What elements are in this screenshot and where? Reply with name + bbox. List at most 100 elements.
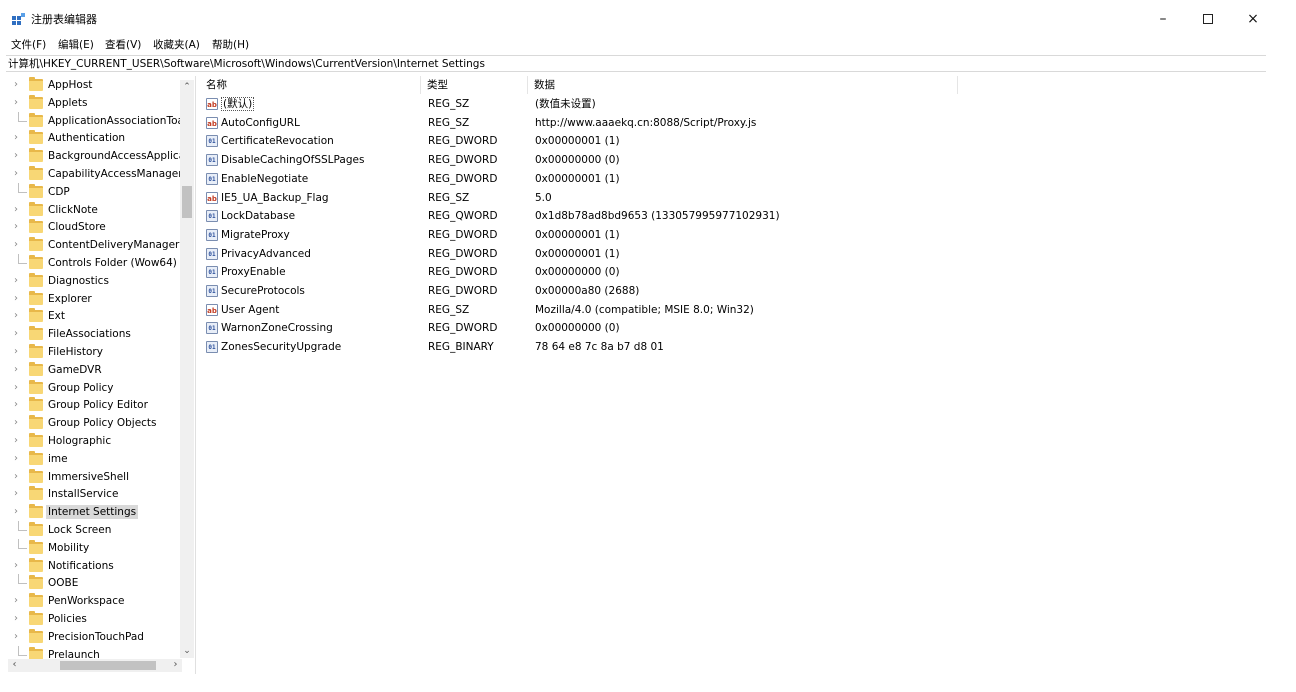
close-button[interactable]: × xyxy=(1238,10,1268,28)
menu-edit[interactable]: 编辑(E) xyxy=(57,38,95,52)
expand-chevron-icon[interactable]: › xyxy=(14,77,24,93)
value-row[interactable]: 01 PrivacyAdvanced REG_DWORD 0x00000001 (1) xyxy=(200,245,1290,263)
tree-item[interactable]: › ContentDeliveryManager xyxy=(8,236,180,254)
tree-item-label: GameDVR xyxy=(48,363,102,376)
tree-item[interactable]: › FileHistory xyxy=(8,343,180,361)
tree-item[interactable]: ApplicationAssociationToa xyxy=(8,111,184,130)
value-row[interactable]: 01 EnableNegotiate REG_DWORD 0x00000001 (1) xyxy=(200,170,1290,188)
tree-item[interactable]: › Holographic xyxy=(8,432,180,450)
menu-file[interactable]: 文件(F) xyxy=(10,38,47,52)
expand-chevron-icon[interactable]: › xyxy=(14,380,24,396)
value-row[interactable]: ab User Agent REG_SZ Mozilla/4.0 (compatibl… xyxy=(200,301,1290,319)
tree-item[interactable]: › Policies xyxy=(8,610,180,628)
tree-item[interactable]: › InstallService xyxy=(8,485,180,503)
column-type-label: 类型 xyxy=(427,79,448,91)
tree-item[interactable]: › PenWorkspace xyxy=(8,592,180,610)
scroll-down-icon[interactable]: ⌄ xyxy=(180,644,194,658)
tree-item[interactable]: › ClickNote xyxy=(8,201,180,219)
tree-item[interactable]: › ime xyxy=(8,450,180,468)
address-path[interactable]: 计算机\HKEY_CURRENT_USER\Software\Microsoft… xyxy=(8,58,485,70)
scroll-up-icon[interactable]: ⌃ xyxy=(180,80,194,94)
tree-item[interactable]: › Applets xyxy=(8,94,180,112)
key-tree[interactable]: › AppHost › Applets ApplicationAssociationTo… xyxy=(8,76,196,674)
expand-chevron-icon[interactable]: › xyxy=(14,148,24,164)
expand-chevron-icon[interactable]: › xyxy=(14,362,24,378)
expand-chevron-icon[interactable]: › xyxy=(14,130,24,146)
value-row[interactable]: ab IE5_UA_Backup_Flag REG_SZ 5.0 xyxy=(200,189,1290,207)
tree-item[interactable]: CDP xyxy=(8,182,180,201)
expand-chevron-icon[interactable]: › xyxy=(14,486,24,502)
tree-item[interactable]: › CapabilityAccessManager xyxy=(8,165,183,183)
value-row[interactable]: 01 DisableCachingOfSSLPages REG_DWORD 0x000… xyxy=(200,151,1290,169)
tree-item[interactable]: › Group Policy Objects xyxy=(8,414,180,432)
expand-chevron-icon[interactable]: › xyxy=(14,344,24,360)
expand-chevron-icon[interactable]: › xyxy=(14,593,24,609)
expand-chevron-icon[interactable]: › xyxy=(14,291,24,307)
expand-chevron-icon[interactable]: › xyxy=(14,397,24,413)
scroll-right-icon[interactable]: › xyxy=(169,659,182,672)
folder-icon xyxy=(29,361,43,376)
tree-item[interactable]: › Group Policy xyxy=(8,379,180,397)
expand-chevron-icon[interactable]: › xyxy=(14,415,24,431)
expand-chevron-icon[interactable]: › xyxy=(14,611,24,627)
scroll-thumb[interactable] xyxy=(182,186,192,218)
tree-item[interactable]: OOBE xyxy=(8,574,180,592)
expand-chevron-icon[interactable]: › xyxy=(14,504,24,520)
menu-view[interactable]: 查看(V) xyxy=(104,38,142,52)
tree-item[interactable]: › PrecisionTouchPad xyxy=(8,628,180,646)
expand-chevron-icon[interactable]: › xyxy=(14,219,24,235)
minimize-button[interactable]: – xyxy=(1148,10,1178,28)
expand-chevron-icon[interactable]: › xyxy=(14,166,24,182)
tree-item[interactable]: › Ext xyxy=(8,307,180,325)
maximize-button[interactable] xyxy=(1193,10,1223,28)
expand-chevron-icon[interactable]: › xyxy=(14,469,24,485)
tree-vertical-scrollbar[interactable]: ⌃ ⌄ xyxy=(180,80,194,658)
column-header-type[interactable]: 类型 xyxy=(421,76,528,94)
tree-item[interactable]: Controls Folder (Wow64) xyxy=(8,254,180,272)
tree-item[interactable]: › Notifications xyxy=(8,557,180,575)
expand-chevron-icon[interactable]: › xyxy=(14,433,24,449)
tree-item[interactable]: › BackgroundAccessApplica xyxy=(8,147,185,165)
tree-item[interactable]: › AppHost xyxy=(8,76,180,94)
tree-item[interactable]: › Authentication xyxy=(8,129,180,147)
value-row[interactable]: 01 SecureProtocols REG_DWORD 0x00000a80 (26… xyxy=(200,282,1290,300)
value-row[interactable]: ab (默认) REG_SZ (数值未设置) xyxy=(200,95,1290,113)
tree-item-label: Authentication xyxy=(48,132,126,145)
expand-chevron-icon[interactable]: › xyxy=(14,202,24,218)
tree-item[interactable]: › Internet Settings xyxy=(8,503,180,521)
tree-item[interactable]: › Diagnostics xyxy=(8,272,180,290)
column-header-data[interactable]: 数据 xyxy=(528,76,958,94)
expand-chevron-icon[interactable]: › xyxy=(14,273,24,289)
scroll-left-icon[interactable]: ‹ xyxy=(8,659,21,672)
value-row[interactable]: ab AutoConfigURL REG_SZ http://www.aaaekq.c… xyxy=(200,114,1290,132)
tree-item[interactable]: › Explorer xyxy=(8,290,180,308)
tree-horizontal-scrollbar[interactable]: ‹ › xyxy=(8,659,182,672)
tree-item[interactable]: › FileAssociations xyxy=(8,325,180,343)
column-header-name[interactable]: 名称 xyxy=(200,76,421,94)
expand-chevron-icon[interactable]: › xyxy=(14,308,24,324)
tree-item[interactable]: › CloudStore xyxy=(8,218,180,236)
expand-chevron-icon[interactable]: › xyxy=(14,326,24,342)
value-row[interactable]: 01 ZonesSecurityUpgrade REG_BINARY 78 64 e8… xyxy=(200,338,1290,356)
horizontal-scroll-thumb[interactable] xyxy=(60,661,156,670)
expand-chevron-icon[interactable]: › xyxy=(14,95,24,111)
tree-item[interactable]: › Group Policy Editor xyxy=(8,396,180,414)
value-data: 0x00000001 (1) xyxy=(535,247,620,260)
expand-chevron-icon[interactable]: › xyxy=(14,558,24,574)
expand-chevron-icon[interactable]: › xyxy=(14,629,24,645)
value-row[interactable]: 01 MigrateProxy REG_DWORD 0x00000001 (1) xyxy=(200,226,1290,244)
menu-help[interactable]: 帮助(H) xyxy=(211,38,250,52)
values-list[interactable]: 名称 类型 数据 ab (默认) REG_SZ (数值未设置) ab AutoConfig… xyxy=(200,76,1290,676)
value-row[interactable]: 01 ProxyEnable REG_DWORD 0x00000000 (0) xyxy=(200,263,1290,281)
menu-favorites[interactable]: 收藏夹(A) xyxy=(152,38,201,52)
address-bar[interactable]: 计算机\HKEY_CURRENT_USER\Software\Microsoft… xyxy=(6,55,1266,72)
expand-chevron-icon[interactable]: › xyxy=(14,237,24,253)
tree-item[interactable]: › ImmersiveShell xyxy=(8,468,180,486)
tree-item[interactable]: Lock Screen xyxy=(8,521,180,539)
expand-chevron-icon[interactable]: › xyxy=(14,451,24,467)
value-row[interactable]: 01 WarnonZoneCrossing REG_DWORD 0x00000000 … xyxy=(200,319,1290,337)
value-row[interactable]: 01 LockDatabase REG_QWORD 0x1d8b78ad8bd9653… xyxy=(200,207,1290,225)
tree-item[interactable]: › GameDVR xyxy=(8,361,180,379)
tree-item[interactable]: Mobility xyxy=(8,538,180,557)
value-row[interactable]: 01 CertificateRevocation REG_DWORD 0x000000… xyxy=(200,132,1290,150)
